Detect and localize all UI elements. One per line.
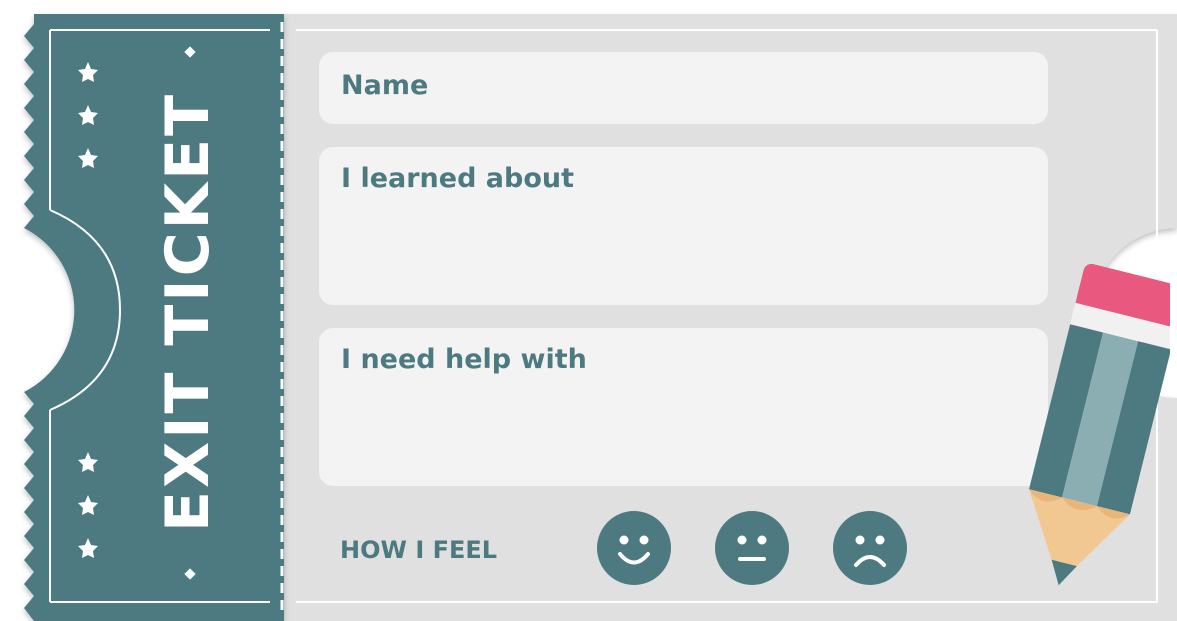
name-field[interactable]: Name	[319, 52, 1048, 124]
happy-face-icon[interactable]	[597, 511, 671, 585]
learned-about-label: I learned about	[341, 163, 575, 194]
sad-face-icon[interactable]	[833, 511, 907, 585]
how-i-feel-label: HOW I FEEL	[340, 536, 498, 564]
neutral-face-icon[interactable]	[715, 511, 789, 585]
need-help-label: I need help with	[341, 344, 587, 375]
exit-ticket: EXIT TICKET Name I learned about I need …	[0, 0, 1177, 621]
name-label: Name	[341, 70, 429, 101]
ticket-title: EXIT TICKET	[153, 91, 223, 533]
pencil-icon	[1029, 263, 1170, 586]
learned-about-field[interactable]: I learned about	[319, 147, 1048, 305]
need-help-field[interactable]: I need help with	[319, 328, 1048, 486]
